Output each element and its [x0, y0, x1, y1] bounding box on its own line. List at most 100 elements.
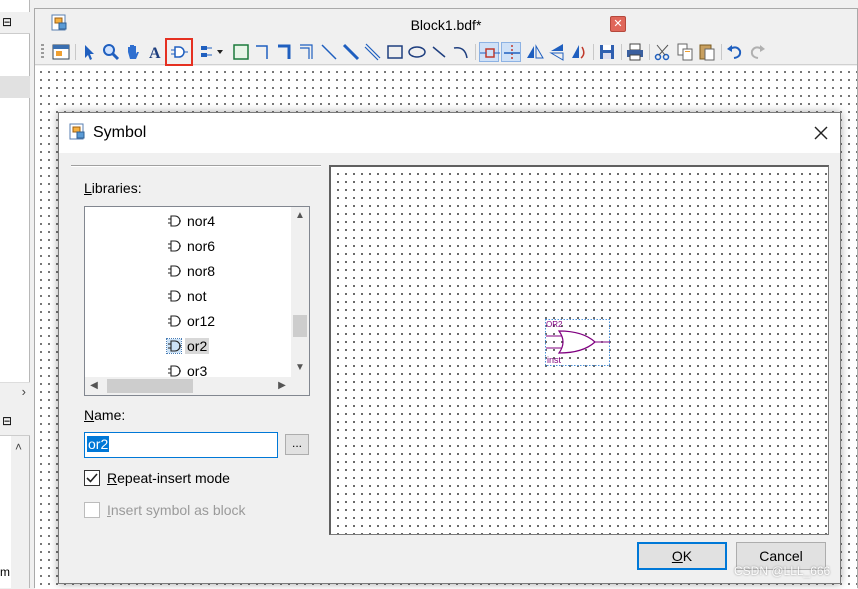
arc-icon	[453, 46, 468, 59]
toolbar-separator	[593, 44, 594, 60]
library-item[interactable]: or2	[165, 335, 285, 357]
flip-horizontal-button[interactable]	[525, 42, 545, 62]
save-button[interactable]	[597, 42, 617, 62]
toolbar-separator	[75, 44, 76, 60]
diagonal-conduit-tool-button[interactable]	[363, 42, 383, 62]
text-tool-button[interactable]: A	[145, 42, 165, 62]
rectangle-tool-button[interactable]	[385, 42, 405, 62]
clipboard-icon	[699, 44, 715, 61]
dialog-titlebar: Symbol	[59, 113, 840, 153]
library-item[interactable]: nor8	[165, 260, 285, 282]
project-navigator-pane: ⊟ ›	[0, 0, 30, 400]
document-title: Block1.bdf*	[410, 17, 482, 33]
dialog-title: Symbol	[93, 124, 147, 141]
partial-select-icon	[480, 48, 500, 58]
navigator-hscroll[interactable]: ›	[0, 382, 30, 400]
undo-button[interactable]	[725, 42, 745, 62]
print-button[interactable]	[625, 42, 645, 62]
orthogonal-conduit-tool-button[interactable]	[297, 42, 317, 62]
checkmark-icon	[86, 473, 98, 483]
library-item-label: not	[187, 288, 207, 304]
redo-button[interactable]	[747, 42, 767, 62]
hand-tool-button[interactable]	[123, 42, 143, 62]
dialog-divider	[71, 165, 321, 167]
libraries-hscroll[interactable]: ◀ ▶	[85, 377, 293, 395]
vscroll-thumb[interactable]	[293, 315, 307, 337]
symbol-library-icon	[168, 315, 181, 327]
ok-button[interactable]: OK	[637, 542, 727, 570]
cut-button[interactable]	[653, 42, 673, 62]
scissors-icon	[654, 44, 670, 61]
arc-tool-button[interactable]	[451, 42, 471, 62]
symbol-gate-icon	[171, 46, 188, 58]
pin-dropdown-icon	[201, 46, 223, 57]
orthogonal-bus-tool-button[interactable]	[275, 42, 295, 62]
library-item[interactable]: nor4	[165, 210, 285, 232]
diagonal-bus-tool-button[interactable]	[341, 42, 361, 62]
rubberband-icon	[504, 45, 520, 61]
oval-icon	[408, 46, 426, 58]
pane-titlebar: ⊟	[0, 406, 30, 436]
library-item[interactable]: or12	[165, 310, 285, 332]
document-close-button[interactable]: ✕	[610, 16, 626, 32]
libraries-vscroll[interactable]: ▲ ▼	[291, 207, 309, 377]
pane-restore-icon[interactable]: ⊟	[2, 414, 12, 428]
paste-button[interactable]	[697, 42, 717, 62]
zoom-tool-button[interactable]	[101, 42, 121, 62]
symbol-name-input[interactable]: or2	[84, 432, 278, 458]
rotate-left-button[interactable]	[569, 42, 589, 62]
partial-line-select-button[interactable]	[479, 42, 500, 62]
symbol-library-icon	[168, 365, 181, 377]
undo-icon	[727, 45, 742, 59]
line-tool-button[interactable]	[429, 42, 449, 62]
diagonal-conduit-icon	[364, 43, 381, 61]
svg-text:A: A	[149, 45, 161, 62]
oval-tool-button[interactable]	[407, 42, 427, 62]
scroll-up-icon[interactable]: ▲	[291, 207, 309, 225]
flip-vertical-button[interactable]	[547, 42, 567, 62]
rubberbanding-button[interactable]	[501, 42, 521, 62]
detach-window-button[interactable]	[51, 42, 71, 62]
library-item-label: or12	[187, 313, 216, 329]
library-item-label: nor8	[187, 263, 216, 279]
scroll-right-icon[interactable]: ▶	[273, 377, 291, 395]
tasks-vscroll[interactable]: ˄	[11, 436, 29, 588]
libraries-tree[interactable]: nor4 nor6 nor8 not or12 or2 or3 ▲ ▼ ◀ ▶	[84, 206, 310, 396]
toolbar-separator	[621, 44, 622, 60]
block-tool-button[interactable]	[231, 42, 251, 62]
orthogonal-node-tool-button[interactable]	[253, 42, 273, 62]
symbol-dialog: Symbol Libraries: nor4 nor6 nor8 not or12 or2…	[58, 112, 841, 584]
repeat-insert-checkbox[interactable]	[84, 470, 100, 486]
diagonal-node-tool-button[interactable]	[319, 42, 339, 62]
tasks-pane: ⊟ ˄	[0, 406, 30, 588]
magnifier-icon	[103, 44, 120, 61]
repeat-insert-label[interactable]: Repeat-insert mode	[107, 470, 230, 486]
copy-icon	[677, 43, 693, 61]
browse-button[interactable]: ...	[285, 434, 309, 455]
hscroll-thumb[interactable]	[107, 379, 193, 393]
library-item[interactable]: not	[165, 285, 285, 307]
redo-icon	[750, 45, 765, 59]
diagonal-node-icon	[321, 44, 337, 60]
name-label: Name:	[84, 407, 126, 423]
navigator-selected-row[interactable]	[0, 76, 30, 98]
scroll-down-icon[interactable]: ▼	[291, 359, 309, 377]
scroll-up-icon[interactable]: ˄	[15, 440, 22, 454]
dialog-close-button[interactable]	[809, 121, 833, 145]
hand-icon	[128, 45, 139, 59]
ortho-bus-icon	[278, 44, 291, 59]
pane-restore-icon[interactable]: ⊟	[2, 15, 12, 29]
block-editor-toolbar: A	[35, 38, 857, 66]
symbol-type-text: OR2	[546, 320, 563, 329]
pin-tool-dropdown[interactable]	[197, 42, 227, 62]
symbol-tool-button[interactable]	[165, 38, 193, 66]
library-item[interactable]: nor6	[165, 235, 285, 257]
scroll-right-icon[interactable]: ›	[22, 384, 26, 399]
scroll-left-icon[interactable]: ◀	[85, 377, 103, 395]
toolbar-grip[interactable]	[41, 44, 44, 60]
copy-button[interactable]	[675, 42, 695, 62]
text-a-icon: A	[149, 45, 161, 62]
selection-tool-button[interactable]	[79, 42, 99, 62]
scroll-corner	[291, 377, 309, 395]
or2-gate-symbol: OR2 inst	[545, 319, 610, 366]
